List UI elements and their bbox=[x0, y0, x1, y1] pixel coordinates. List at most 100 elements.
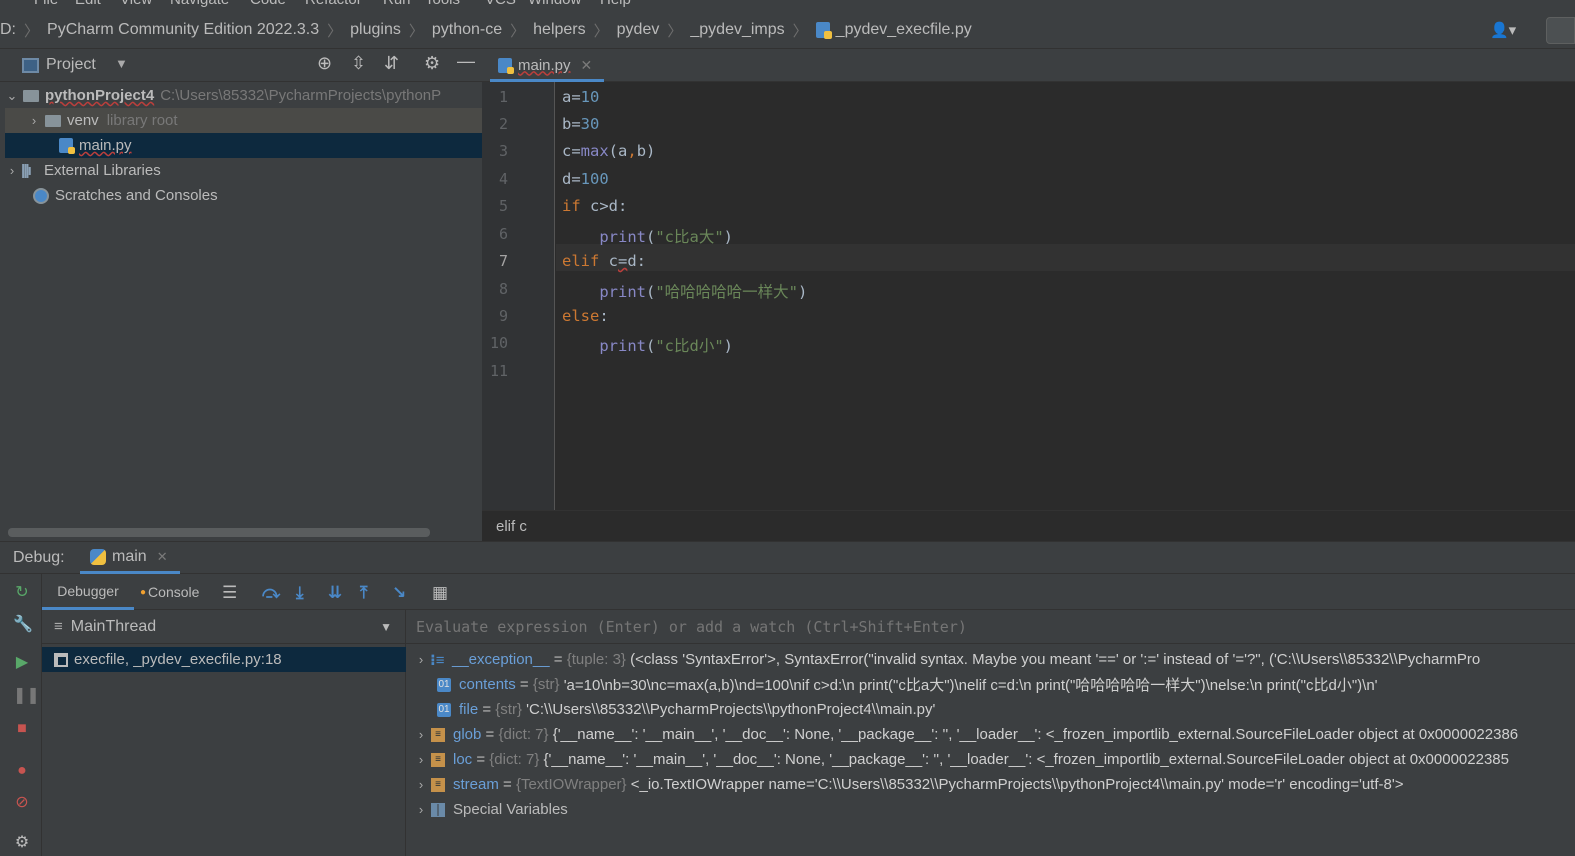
run-to-cursor-icon[interactable]: ↘ bbox=[392, 583, 406, 603]
variable-row-contents[interactable]: 01 contents = {str} 'a=10\nb=30\nc=max(a… bbox=[406, 672, 1575, 697]
menu-edit[interactable]: Edit bbox=[75, 0, 101, 8]
menu-refactor[interactable]: Refactor bbox=[305, 0, 362, 8]
console-icon: ● bbox=[140, 586, 147, 598]
breadcrumb-item[interactable]: helpers bbox=[533, 21, 585, 39]
breadcrumb-item[interactable]: _pydev_imps bbox=[690, 21, 784, 39]
menu-tools[interactable]: Tools bbox=[425, 0, 460, 8]
tree-item-scratches[interactable]: Scratches and Consoles bbox=[5, 183, 482, 208]
chevron-right-icon[interactable]: › bbox=[414, 777, 428, 792]
chevron-right-icon[interactable]: › bbox=[27, 113, 41, 128]
variable-value: {'__name__': '__main__', '__doc__': None… bbox=[543, 751, 1509, 768]
project-toolbar: Project ▼ ⊕ ⇳ ⇵ ⚙ — bbox=[0, 49, 482, 82]
rerun-icon[interactable]: ↻ bbox=[13, 584, 31, 602]
menu-window[interactable]: Window bbox=[528, 0, 581, 8]
editor-tab-bar: main.py ✕ bbox=[482, 49, 1575, 82]
breadcrumb-item[interactable]: python-ce bbox=[432, 21, 502, 39]
code-line: else: bbox=[562, 307, 609, 325]
frame-item[interactable]: execfile, _pydev_execfile.py:18 bbox=[42, 647, 406, 672]
evaluate-expression-icon[interactable]: ▦ bbox=[432, 583, 448, 603]
horizontal-scrollbar[interactable] bbox=[8, 528, 430, 537]
chevron-right-icon[interactable]: › bbox=[414, 727, 428, 742]
mute-breakpoints-icon[interactable]: ⊘ bbox=[13, 794, 31, 812]
thread-selector[interactable]: ≡ MainThread ▼ bbox=[42, 610, 406, 644]
pause-icon[interactable]: ❚❚ bbox=[13, 687, 40, 705]
python-file-icon bbox=[59, 138, 75, 154]
variable-name: file bbox=[459, 701, 479, 718]
view-breakpoints-icon[interactable]: ● bbox=[13, 762, 31, 780]
gear-icon[interactable]: ⚙ bbox=[424, 53, 440, 74]
breadcrumb-item[interactable]: pydev bbox=[617, 21, 660, 39]
tab-label: main.py bbox=[518, 56, 571, 74]
gear-icon[interactable]: ⚙ bbox=[13, 834, 31, 852]
menu-file[interactable]: File bbox=[34, 0, 58, 8]
line-number: 9 bbox=[498, 307, 508, 325]
wrench-icon[interactable]: 🔧 bbox=[13, 616, 33, 634]
variable-type: {dict: 7} bbox=[489, 751, 540, 768]
chevron-down-icon[interactable]: ▼ bbox=[115, 56, 128, 71]
tab-label: Console bbox=[148, 584, 200, 600]
step-into-icon[interactable]: ⤓ bbox=[296, 583, 304, 603]
chevron-right-icon[interactable]: › bbox=[414, 652, 428, 667]
frame-icon bbox=[54, 652, 68, 667]
variable-row-loc[interactable]: › ≡ loc = {dict: 7} {'__name__': '__main… bbox=[406, 747, 1575, 772]
tab-console[interactable]: ● Console bbox=[140, 574, 210, 610]
variable-row-special[interactable]: › Special Variables bbox=[406, 797, 1575, 822]
chevron-right-icon[interactable]: › bbox=[414, 752, 428, 767]
tree-item-main-py[interactable]: main.py bbox=[5, 133, 482, 158]
python-file-icon bbox=[498, 57, 514, 74]
step-out-icon[interactable]: ⤒ bbox=[360, 583, 368, 603]
line-number: 4 bbox=[498, 170, 508, 188]
variable-name: contents bbox=[459, 676, 516, 693]
minimize-icon[interactable]: — bbox=[457, 51, 475, 72]
code-line: c=max(a,b) bbox=[562, 142, 656, 160]
variable-row-file[interactable]: 01 file = {str} 'C:\\Users\\85332\\Pycha… bbox=[406, 697, 1575, 722]
breadcrumb-item[interactable]: plugins bbox=[350, 21, 401, 39]
debugger-toolbar: Debugger ● Console ☰ ⤼ ⤓ ⇊ ⤒ ↘ ▦ bbox=[42, 574, 1575, 610]
variable-type: {dict: 7} bbox=[498, 726, 549, 743]
frame-label: execfile, _pydev_execfile.py:18 bbox=[74, 651, 282, 668]
editor-breadcrumb[interactable]: elif c bbox=[482, 510, 1575, 541]
menu-code[interactable]: Code bbox=[250, 0, 286, 8]
menu-navigate[interactable]: Navigate bbox=[170, 0, 229, 8]
expand-all-icon[interactable]: ⇳ bbox=[351, 53, 366, 74]
chevron-right-icon[interactable]: › bbox=[5, 163, 19, 178]
stop-icon[interactable]: ■ bbox=[13, 720, 31, 738]
tree-item-label: main.py bbox=[79, 137, 132, 154]
frames-menu-icon[interactable]: ☰ bbox=[222, 583, 237, 603]
tab-debugger[interactable]: Debugger bbox=[42, 574, 134, 610]
variable-row-exception[interactable]: › ⁝≡ __exception__ = {tuple: 3} (<class … bbox=[406, 647, 1575, 672]
menu-run[interactable]: Run bbox=[383, 0, 411, 8]
menu-help[interactable]: Help bbox=[600, 0, 631, 8]
tab-main-py[interactable]: main.py ✕ bbox=[490, 51, 604, 82]
debug-label: Debug: bbox=[13, 549, 65, 566]
evaluate-expression-input[interactable] bbox=[406, 610, 1575, 644]
chevron-right-icon: 〉 bbox=[667, 22, 683, 40]
user-icon[interactable]: 👤▾ bbox=[1490, 21, 1516, 39]
close-icon[interactable]: ✕ bbox=[581, 57, 593, 74]
step-over-icon[interactable]: ⤼ bbox=[262, 583, 280, 603]
editor-panel: main.py ✕ 1 2 3 4 5 6 7 8 9 10 11 a=10 b… bbox=[482, 49, 1575, 541]
chevron-right-icon[interactable]: › bbox=[414, 802, 428, 817]
resume-icon[interactable]: ▶ bbox=[13, 654, 31, 672]
variable-row-glob[interactable]: › ≡ glob = {dict: 7} {'__name__': '__mai… bbox=[406, 722, 1575, 747]
python-console-icon[interactable] bbox=[1546, 17, 1575, 44]
close-icon[interactable]: ✕ bbox=[157, 549, 168, 565]
breadcrumb-item[interactable]: PyCharm Community Edition 2022.3.3 bbox=[47, 21, 319, 39]
thread-name: MainThread bbox=[70, 617, 157, 635]
tree-item-pythonproject4[interactable]: ⌄ pythonProject4 C:\Users\85332\PycharmP… bbox=[5, 83, 482, 108]
tree-item-venv[interactable]: › venv library root bbox=[5, 108, 482, 133]
locate-icon[interactable]: ⊕ bbox=[317, 53, 332, 74]
variable-value: 'a=10\nb=30\nc=max(a,b)\nd=100\nif c>d:\… bbox=[563, 677, 1378, 694]
chevron-down-icon[interactable]: ⌄ bbox=[5, 88, 19, 104]
breadcrumb-drive[interactable]: D: bbox=[0, 21, 16, 39]
tree-item-external-libraries[interactable]: › |||ı External Libraries bbox=[5, 158, 482, 183]
variable-row-stream[interactable]: › ≡ stream = {TextIOWrapper} <_io.TextIO… bbox=[406, 772, 1575, 797]
tab-debug-session[interactable]: main ✕ bbox=[80, 542, 180, 574]
line-number: 3 bbox=[498, 142, 508, 160]
menu-vcs[interactable]: VCS bbox=[485, 0, 516, 8]
breadcrumb-item[interactable]: _pydev_execfile.py bbox=[836, 21, 972, 39]
menu-view[interactable]: View bbox=[120, 0, 152, 8]
collapse-all-icon[interactable]: ⇵ bbox=[384, 53, 399, 74]
project-title[interactable]: Project bbox=[46, 56, 96, 74]
step-into-my-code-icon[interactable]: ⇊ bbox=[328, 583, 342, 603]
